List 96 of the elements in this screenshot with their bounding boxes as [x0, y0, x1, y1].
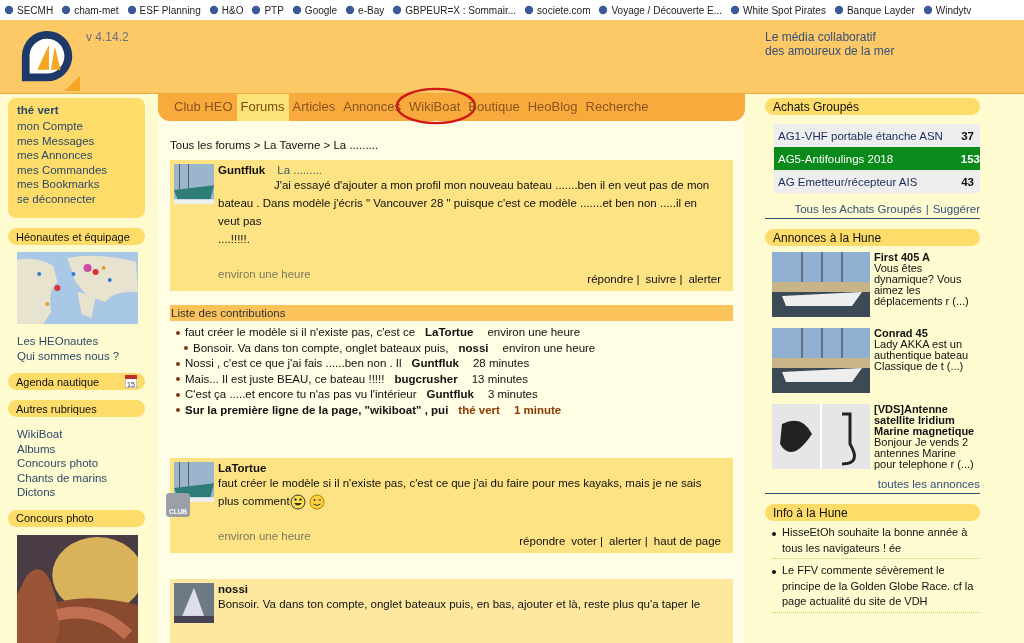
contribution-item[interactable]: faut créer le modèle si il n'existe pas, c'est ce LaTortue environ une heure	[170, 325, 733, 341]
bookmark[interactable]: Voyage / Découverte E...	[598, 4, 723, 16]
footer-link[interactable]: |	[925, 203, 929, 215]
sidebar-link[interactable]: Chants de marins	[17, 470, 145, 485]
favicon-icon	[291, 5, 302, 15]
post-action-link[interactable]: répondre	[519, 535, 566, 547]
footer-link[interactable]: Tous les Achats Groupés	[794, 203, 922, 215]
contribution-item[interactable]: Sur la première ligne de la page, "wikiboat" , pui thé vert 1 minute	[170, 402, 733, 418]
user-name: thé vert	[17, 104, 60, 116]
sidebar-link[interactable]: Les HEOnautes	[17, 334, 145, 349]
sidebar-link[interactable]: Qui sommes nous ?	[17, 348, 145, 363]
favicon-icon	[61, 5, 72, 15]
nav-tab[interactable]: Forums	[236, 94, 289, 121]
favicon-icon	[126, 5, 137, 15]
post-action-link[interactable]: suivre |	[645, 273, 683, 285]
favicon-icon	[392, 5, 403, 15]
section-title: Autres rubriques	[16, 402, 97, 415]
laughing-smiley-icon	[289, 493, 306, 510]
bookmark[interactable]: H&O	[208, 4, 244, 16]
tagline: Le média collaboratif	[765, 30, 877, 44]
sidebar-link[interactable]: WikiBoat	[17, 427, 145, 442]
footer-link[interactable]: Suggérer	[932, 203, 980, 215]
ad-title: First 405 A	[874, 252, 931, 263]
ad-item[interactable]: Conrad 45 Lady AKKA est un authentique bateau Classique de t (...)	[772, 328, 980, 394]
contribution-item[interactable]: Mais... Il est juste BEAU, ce bateau !!!!! bugcrusher 13 minutes	[170, 371, 733, 387]
section-title: Annonces à la Hune	[773, 230, 882, 245]
account-link[interactable]: mes Commandes	[17, 162, 136, 177]
section-title: Agenda nautique	[16, 375, 100, 388]
tagline: des amoureux de la mer	[765, 44, 896, 58]
sidebar-link[interactable]: Dictons	[17, 485, 145, 500]
favicon-icon	[208, 5, 219, 15]
post-text: faut créer le modèle si il n'existe pas, c'est ce que j'ai du faire pour mes kayaks, mais je ne sais plus comment	[218, 474, 721, 510]
post-time: environ une heure	[218, 530, 311, 542]
post-title: La .........	[277, 164, 323, 176]
bookmark[interactable]: PTP	[251, 4, 284, 16]
section-title: Achats Groupés	[773, 99, 860, 114]
post-action-link[interactable]: alerter |	[609, 535, 648, 547]
bookmark[interactable]: GBPEUR=X : Sommair...	[392, 4, 517, 16]
favicon-icon	[251, 5, 262, 15]
all-ads-link[interactable]: toutes les annonces	[877, 478, 980, 490]
post-author[interactable]: LaTortue	[218, 462, 267, 474]
favicon-icon	[598, 5, 609, 15]
post-action-link[interactable]: voter |	[571, 535, 604, 547]
ad-title: Conrad 45	[874, 328, 929, 339]
ad-item[interactable]: First 405 A Vous êtes dynamique? Vous aimez les déplacements r (...)	[772, 252, 980, 318]
news-item[interactable]: Le FFV commente sévèrement le principe de la Golden Globe Race. cf la page actualité du site de VDH	[772, 563, 980, 613]
favicon-icon	[345, 5, 356, 15]
favicon-icon	[730, 5, 741, 15]
group-purchase-row[interactable]: AG1-VHF portable étanche ASN 37	[774, 124, 980, 147]
account-link[interactable]: mon Compte	[17, 119, 136, 134]
bookmark[interactable]: Google	[291, 4, 338, 16]
post-time: environ une heure	[218, 268, 311, 280]
post-action-link[interactable]: alerter	[688, 273, 721, 285]
account-link[interactable]: se déconnecter	[17, 191, 136, 206]
post-action-link[interactable]: répondre |	[587, 273, 640, 285]
ad-item[interactable]: [VDS]Antenne satellite Iridium Marine magnetique Bonjour Je vends 2 antennes Marine pour telephone r (...)	[772, 404, 980, 470]
contribution-item[interactable]: Nossi , c'est ce que j'ai fais ......ben non . Il Guntfluk 28 minutes	[170, 356, 733, 372]
ad-description: Vous êtes dynamique? Vous aimez les déplacements r (...)	[874, 263, 970, 307]
version-label: v 4.14.2	[86, 30, 129, 46]
group-purchase-row[interactable]: AG Emetteur/récepteur AIS 43	[774, 170, 980, 193]
post-author[interactable]: Guntfluk	[218, 164, 266, 176]
section-title: Info à la Hune	[773, 505, 848, 520]
post-action-link[interactable]: haut de page	[653, 535, 721, 547]
contribution-item[interactable]: C'est ça .....et encore tu n'as pas vu l'intérieur Guntfluk 3 minutes	[170, 387, 733, 403]
section-title: Héonautes et équipage	[16, 230, 130, 243]
favicon-icon	[524, 5, 535, 15]
bookmark[interactable]: cham-met	[61, 4, 119, 16]
section-title: Liste des contributions	[171, 307, 286, 319]
favicon-icon	[922, 5, 933, 15]
favicon-icon	[833, 5, 844, 15]
post-text: J'ai essayé d'ajouter a mon profil mon nouveau bateau .......ben il en veut pas de mon bateau . Dans modèle j'écris " Vancouver 28 " puisque c'est ce modèle .......et ben non .....il en veut pas	[218, 178, 711, 229]
bookmark[interactable]: Windytv	[922, 4, 972, 16]
account-link[interactable]: mes Annonces	[17, 148, 136, 163]
sidebar-link[interactable]: Concours photo	[17, 456, 145, 471]
group-purchase-row[interactable]: AG5-Antifoulings 2018 153	[774, 147, 980, 170]
sidebar-link[interactable]: Albums	[17, 441, 145, 456]
bookmark[interactable]: SECMH	[4, 4, 54, 16]
bookmark[interactable]: Banque Layder	[833, 4, 915, 16]
account-link[interactable]: mes Messages	[17, 133, 136, 148]
winking-smiley-icon	[308, 493, 325, 510]
ad-description: Lady AKKA est un authentique bateau Classique de t (...)	[874, 339, 970, 372]
bookmark[interactable]: White Spot Pirates	[730, 4, 826, 16]
post-text: Bonsoir. Va dans ton compte, onglet bateaux puis, en bas, ajouter et là, reste plus qu'a taper le	[218, 597, 702, 612]
contribution-item[interactable]: Bonsoir. Va dans ton compte, onglet bateaux puis, nossi environ une heure	[170, 340, 733, 356]
breadcrumb: Tous les forums > La Taverne > La .........	[170, 139, 380, 151]
section-title: Concours photo	[16, 512, 94, 524]
bookmark[interactable]: societe.com	[524, 4, 591, 16]
post-text: ....!!!!!.	[218, 232, 251, 247]
bookmark[interactable]: e-Bay	[345, 4, 385, 16]
favicon-icon	[4, 5, 14, 15]
account-link[interactable]: mes Bookmarks	[17, 177, 136, 192]
ad-title: [VDS]Antenne satellite Iridium Marine magnetique	[874, 404, 976, 437]
bookmark[interactable]: ESF Planning	[126, 4, 201, 16]
post-author[interactable]: nossi	[218, 583, 721, 595]
news-item[interactable]: HisseEtOh souhaite la bonne année à tous les navigateurs ! ée	[772, 525, 980, 559]
ad-description: Bonjour Je vends 2 antennes Marine pour telephone r (...)	[874, 437, 975, 470]
